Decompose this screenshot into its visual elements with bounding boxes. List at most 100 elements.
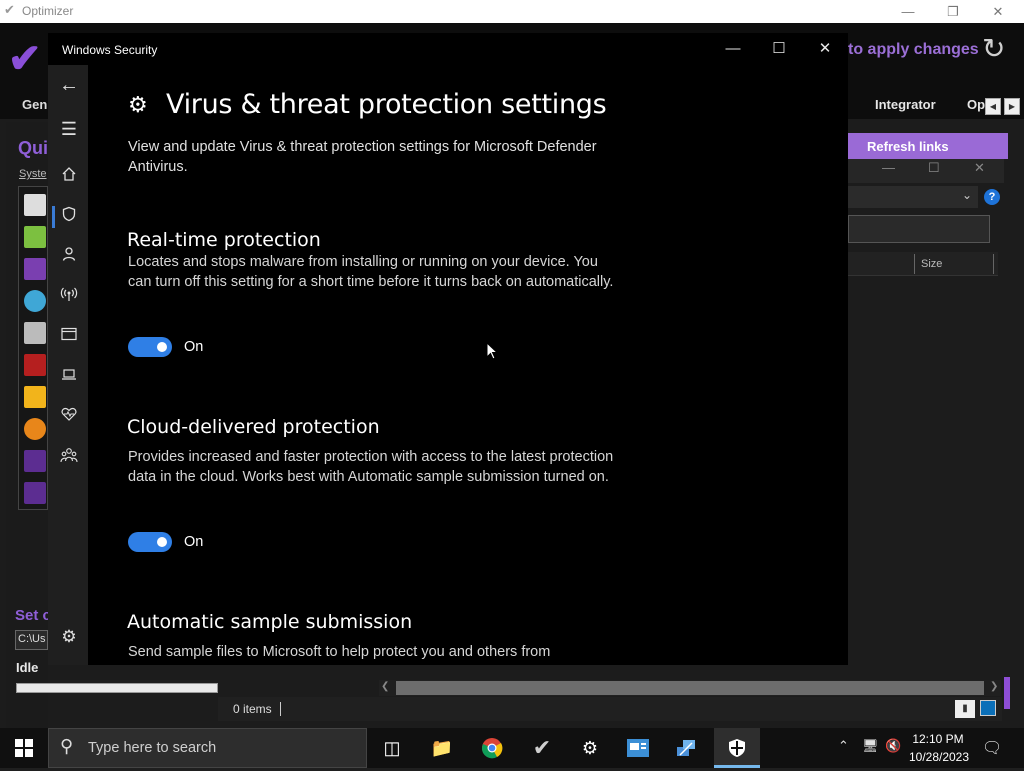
- task-view-icon[interactable]: ◫: [374, 733, 410, 763]
- status-bar: [218, 697, 1002, 721]
- column-divider: [993, 254, 994, 274]
- app-orange-icon[interactable]: [24, 418, 46, 440]
- real-time-protection-state: On: [184, 339, 204, 355]
- column-size-header[interactable]: Size: [921, 258, 942, 270]
- refresh-links-button[interactable]: Refresh links: [848, 133, 1008, 159]
- file-explorer-icon[interactable]: 📁: [424, 733, 460, 763]
- settings-gear-icon[interactable]: ⚙: [58, 626, 80, 648]
- back-icon[interactable]: ←: [58, 74, 80, 96]
- taskbar-search-placeholder: Type here to search: [88, 740, 217, 756]
- 7zip-icon[interactable]: [24, 194, 46, 216]
- real-time-protection-description: Locates and stops malware from installin…: [128, 254, 614, 290]
- optimizer-close-button[interactable]: ✕: [975, 1, 1021, 22]
- status-separator: [280, 702, 281, 716]
- optimizer-taskbar-check-icon[interactable]: ✔: [524, 733, 560, 763]
- dotnet-icon[interactable]: [24, 450, 46, 472]
- sub-search-input[interactable]: [848, 215, 990, 243]
- sub-restore-button[interactable]: ☐: [928, 160, 940, 176]
- real-time-protection-toggle[interactable]: [128, 337, 172, 357]
- chevron-down-icon[interactable]: ⌄: [962, 188, 972, 202]
- settings-taskbar-icon[interactable]: ⚙: [572, 733, 608, 763]
- app-green-icon[interactable]: [24, 226, 46, 248]
- set-section-title: Set c: [15, 607, 51, 624]
- network-icon[interactable]: 🖥: [862, 738, 879, 754]
- laptop-icon[interactable]: [58, 366, 80, 388]
- scrollbar-thumb[interactable]: [396, 681, 984, 695]
- mouse-pointer-icon: [486, 342, 498, 360]
- optimizer-titlebar: ✔ Optimizer — ❐ ✕: [0, 0, 1024, 23]
- column-divider: [914, 254, 915, 274]
- home-icon[interactable]: [58, 166, 80, 188]
- sample-submission-description: Send sample files to Microsoft to help p…: [128, 644, 551, 660]
- pdf-icon[interactable]: [24, 386, 46, 408]
- system-link[interactable]: Syste: [19, 168, 47, 180]
- scroll-right-icon[interactable]: ❯: [990, 681, 998, 692]
- app-document-icon[interactable]: [24, 322, 46, 344]
- clock-date[interactable]: 10/28/2023: [906, 750, 972, 764]
- cloud-protection-state: On: [184, 534, 204, 550]
- wireless-icon[interactable]: [58, 286, 80, 308]
- acrobat-icon[interactable]: [24, 354, 46, 376]
- toggle-knob: [157, 342, 167, 352]
- sub-close-button[interactable]: ✕: [974, 160, 985, 176]
- cloud-protection-title: Cloud-delivered protection: [127, 416, 380, 438]
- items-count: 0 items: [233, 702, 272, 716]
- optimizer-app-icon: ✔: [4, 2, 15, 17]
- sub-list-body: [848, 277, 998, 677]
- shield-icon[interactable]: [58, 206, 80, 228]
- sub-dropdown[interactable]: [848, 186, 978, 208]
- cloud-protection-toggle[interactable]: [128, 532, 172, 552]
- windows-security-taskbar-icon[interactable]: [719, 733, 755, 763]
- sub-minimize-button[interactable]: —: [882, 160, 895, 175]
- tab-general[interactable]: Gen: [22, 97, 47, 112]
- dotnet-icon[interactable]: [24, 482, 46, 504]
- app-archive-icon[interactable]: [24, 258, 46, 280]
- toggle-knob: [157, 537, 167, 547]
- details-view-icon[interactable]: ▮: [955, 700, 975, 718]
- chrome-icon[interactable]: [474, 733, 510, 763]
- nav-selected-indicator: [52, 206, 55, 228]
- cloud-protection-description: Provides increased and faster protection…: [128, 449, 614, 485]
- sample-submission-title: Automatic sample submission: [127, 611, 413, 633]
- preview-view-icon[interactable]: [980, 700, 996, 716]
- tab-scroll-right-button[interactable]: ▶: [1004, 98, 1020, 115]
- optimizer-title: Optimizer: [22, 4, 74, 18]
- search-icon: ⚲: [60, 736, 74, 756]
- tab-scroll-left-button[interactable]: ◀: [985, 98, 1001, 115]
- page-description: View and update Virus & threat protectio…: [128, 139, 597, 175]
- optimizer-logo-check-icon: ✔: [8, 37, 42, 81]
- tray-overflow-chevron-icon[interactable]: ⌃: [838, 738, 849, 754]
- settings-gears-icon: ⚙: [128, 92, 148, 117]
- help-icon[interactable]: ?: [984, 189, 1000, 205]
- optimizer-restore-button[interactable]: ❐: [930, 1, 976, 22]
- ws-minimize-button[interactable]: —: [710, 35, 756, 63]
- notifications-icon[interactable]: 🗨: [982, 738, 1002, 758]
- accent-edge: [1004, 677, 1010, 709]
- network-app-icon[interactable]: [668, 733, 704, 763]
- app-browser-icon[interactable]: [58, 326, 80, 348]
- progress-bar: [16, 683, 218, 693]
- status-idle: Idle: [16, 660, 39, 675]
- ws-nav-rail: [48, 65, 88, 665]
- scroll-left-icon[interactable]: ❮: [381, 681, 389, 692]
- restart-icon[interactable]: ↻: [982, 34, 1012, 64]
- tab-integrator[interactable]: Integrator: [875, 97, 936, 112]
- ws-maximize-button[interactable]: ☐: [756, 35, 802, 63]
- volume-muted-icon[interactable]: 🔇: [885, 738, 901, 754]
- app-globe-icon[interactable]: [24, 290, 46, 312]
- family-icon[interactable]: [58, 447, 80, 469]
- quick-section-title: Qui: [18, 138, 48, 158]
- ws-close-button[interactable]: ✕: [802, 35, 848, 63]
- clock-time[interactable]: 12:10 PM: [910, 732, 966, 746]
- start-windows-icon[interactable]: [0, 728, 48, 768]
- health-heart-icon[interactable]: [58, 406, 80, 428]
- real-time-protection-title: Real-time protection: [127, 229, 321, 251]
- windows-security-title: Windows Security: [62, 43, 158, 57]
- tab-options[interactable]: Op: [967, 97, 985, 112]
- person-icon[interactable]: [58, 246, 80, 268]
- control-panel-icon[interactable]: [620, 733, 656, 763]
- path-input[interactable]: C:\Us: [15, 630, 48, 650]
- optimizer-apply-text: to apply changes: [848, 41, 979, 58]
- optimizer-minimize-button[interactable]: —: [885, 1, 931, 22]
- menu-icon[interactable]: ☰: [58, 118, 80, 140]
